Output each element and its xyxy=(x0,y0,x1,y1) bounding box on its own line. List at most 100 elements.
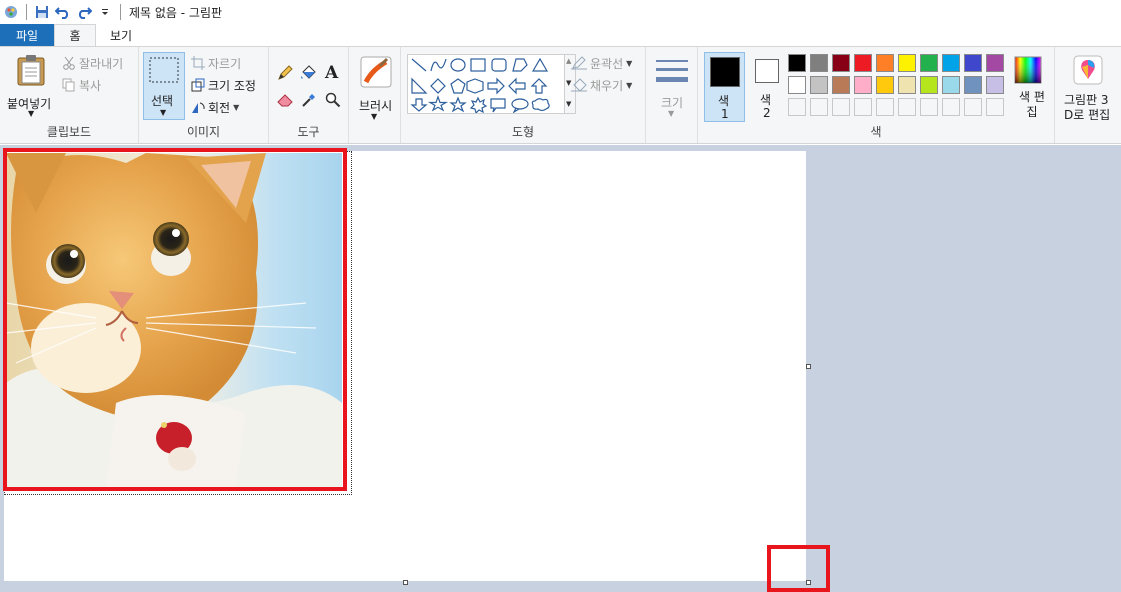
quick-access-toolbar xyxy=(0,0,127,24)
tab-file[interactable]: 파일 xyxy=(0,24,54,46)
edit-colors-button[interactable]: 색 편집 xyxy=(1012,52,1052,124)
palette-color-swatch[interactable] xyxy=(942,76,960,94)
color2-swatch xyxy=(755,59,779,83)
colors-group: 색 1 색 2 색 편집 색 xyxy=(698,47,1055,143)
chevron-down-icon: ▼ xyxy=(28,109,35,118)
palette-color-swatch[interactable] xyxy=(854,76,872,94)
palette-color-swatch[interactable] xyxy=(986,54,1004,72)
resize-icon xyxy=(191,78,205,92)
palette-color-swatch[interactable] xyxy=(920,76,938,94)
size-button[interactable]: 크기 ▼ xyxy=(650,52,694,122)
brush-icon xyxy=(360,56,392,88)
eraser-icon[interactable] xyxy=(277,93,293,107)
cut-button[interactable]: 잘라내기 xyxy=(62,54,123,72)
palette-custom-swatch[interactable] xyxy=(920,98,938,116)
clipboard-group-label: 클립보드 xyxy=(46,125,92,139)
tools-group-label: 도구 xyxy=(297,125,320,139)
edit-colors-label: 색 편집 xyxy=(1019,90,1045,119)
palette-custom-swatch[interactable] xyxy=(810,98,828,116)
resize-button[interactable]: 크기 조정 xyxy=(191,76,256,94)
palette-custom-swatch[interactable] xyxy=(832,98,850,116)
size-group: 크기 ▼ xyxy=(646,47,698,143)
rotate-icon xyxy=(192,102,205,113)
text-tool-icon[interactable]: A xyxy=(325,63,338,83)
canvas-resize-handle-bottom[interactable] xyxy=(403,580,408,585)
color-picker-icon[interactable] xyxy=(301,92,317,108)
color2-button[interactable]: 색 2 xyxy=(750,52,790,122)
palette-color-swatch[interactable] xyxy=(854,54,872,72)
palette-color-swatch[interactable] xyxy=(810,76,828,94)
palette-color-swatch[interactable] xyxy=(986,76,1004,94)
palette-color-swatch[interactable] xyxy=(898,76,916,94)
save-icon[interactable] xyxy=(33,3,51,21)
undo-icon[interactable] xyxy=(54,3,72,21)
rotate-button[interactable]: 회전 ▼ xyxy=(191,98,239,116)
outline-button[interactable]: 윤곽선 ▼ xyxy=(571,54,632,72)
palette-custom-swatch[interactable] xyxy=(854,98,872,116)
paste-button[interactable]: 붙여넣기 ▼ xyxy=(5,51,57,119)
magnifier-icon[interactable] xyxy=(325,92,341,108)
canvas-resize-handle-right[interactable] xyxy=(806,364,811,369)
color-spectrum-icon xyxy=(1014,56,1042,84)
select-button[interactable]: 선택 ▼ xyxy=(143,52,185,120)
chevron-down-icon: ▼ xyxy=(233,102,240,112)
palette-color-swatch[interactable] xyxy=(788,76,806,94)
select-label: 선택 xyxy=(151,94,174,108)
ribbon: 붙여넣기 ▼ 잘라내기 복사 클립보드 선택 ▼ 자르기 크기 조정 회전 ▼ … xyxy=(0,46,1121,144)
ribbon-tabs: 파일 홈 보기 xyxy=(0,24,1121,46)
fill-label: 채우기 xyxy=(590,78,624,93)
app-menu-icon[interactable] xyxy=(2,3,20,21)
palette-color-swatch[interactable] xyxy=(876,54,894,72)
line-width-icon xyxy=(656,60,688,82)
palette-color-swatch[interactable] xyxy=(942,54,960,72)
shapes-group-label: 도형 xyxy=(511,125,535,139)
image-group-label: 이미지 xyxy=(186,125,221,139)
palette-custom-swatch[interactable] xyxy=(876,98,894,116)
palette-color-swatch[interactable] xyxy=(898,54,916,72)
redo-icon[interactable] xyxy=(75,3,93,21)
paint3d-label-line2: D로 편집 xyxy=(1064,108,1111,122)
palette-color-swatch[interactable] xyxy=(832,76,850,94)
window-title: 제목 없음 - 그림판 xyxy=(129,5,223,20)
palette-custom-swatch[interactable] xyxy=(964,98,982,116)
tab-view[interactable]: 보기 xyxy=(96,24,146,46)
copy-label: 복사 xyxy=(79,78,102,93)
palette-color-swatch[interactable] xyxy=(964,76,982,94)
shapes-icons[interactable] xyxy=(408,55,564,115)
pencil-icon[interactable] xyxy=(277,65,293,81)
colors-group-label: 색 xyxy=(870,125,882,139)
brushes-group: 브러시 ▼ xyxy=(349,47,401,143)
fill-icon xyxy=(571,78,587,92)
palette-color-swatch[interactable] xyxy=(964,54,982,72)
palette-custom-swatch[interactable] xyxy=(986,98,1004,116)
cut-label: 잘라내기 xyxy=(79,56,124,71)
palette-custom-swatch[interactable] xyxy=(788,98,806,116)
brushes-button[interactable]: 브러시 ▼ xyxy=(352,52,398,122)
chevron-down-icon: ▼ xyxy=(668,109,675,118)
fill-button[interactable]: 채우기 ▼ xyxy=(571,76,632,94)
fill-bucket-icon[interactable] xyxy=(300,65,316,81)
tab-home[interactable]: 홈 xyxy=(54,24,96,46)
shapes-group: ▲ ▼ ▼ 윤곽선 ▼ 채우기 ▼ 도형 xyxy=(401,47,646,143)
palette-color-swatch[interactable] xyxy=(920,54,938,72)
color1-button[interactable]: 색 1 xyxy=(704,52,745,122)
palette-color-swatch[interactable] xyxy=(810,54,828,72)
rotate-label: 회전 xyxy=(208,100,231,115)
edit-with-paint3d-button[interactable]: 그림판 3 D로 편집 xyxy=(1058,52,1119,124)
copy-button[interactable]: 복사 xyxy=(62,76,101,94)
crop-label: 자르기 xyxy=(208,56,242,71)
crop-button[interactable]: 자르기 xyxy=(191,54,241,72)
color-palette xyxy=(788,54,1010,120)
customize-qa-icon[interactable] xyxy=(96,3,114,21)
paint3d-group: 그림판 3 D로 편집 xyxy=(1056,47,1121,143)
palette-custom-swatch[interactable] xyxy=(898,98,916,116)
highlight-box-image xyxy=(3,148,347,491)
chevron-down-icon: ▼ xyxy=(626,58,633,68)
palette-custom-swatch[interactable] xyxy=(942,98,960,116)
paint3d-icon xyxy=(1073,55,1103,85)
palette-color-swatch[interactable] xyxy=(788,54,806,72)
palette-color-swatch[interactable] xyxy=(832,54,850,72)
palette-color-swatch[interactable] xyxy=(876,76,894,94)
scissors-icon xyxy=(63,56,75,70)
expand-gallery-icon[interactable]: ▼ xyxy=(566,100,571,108)
